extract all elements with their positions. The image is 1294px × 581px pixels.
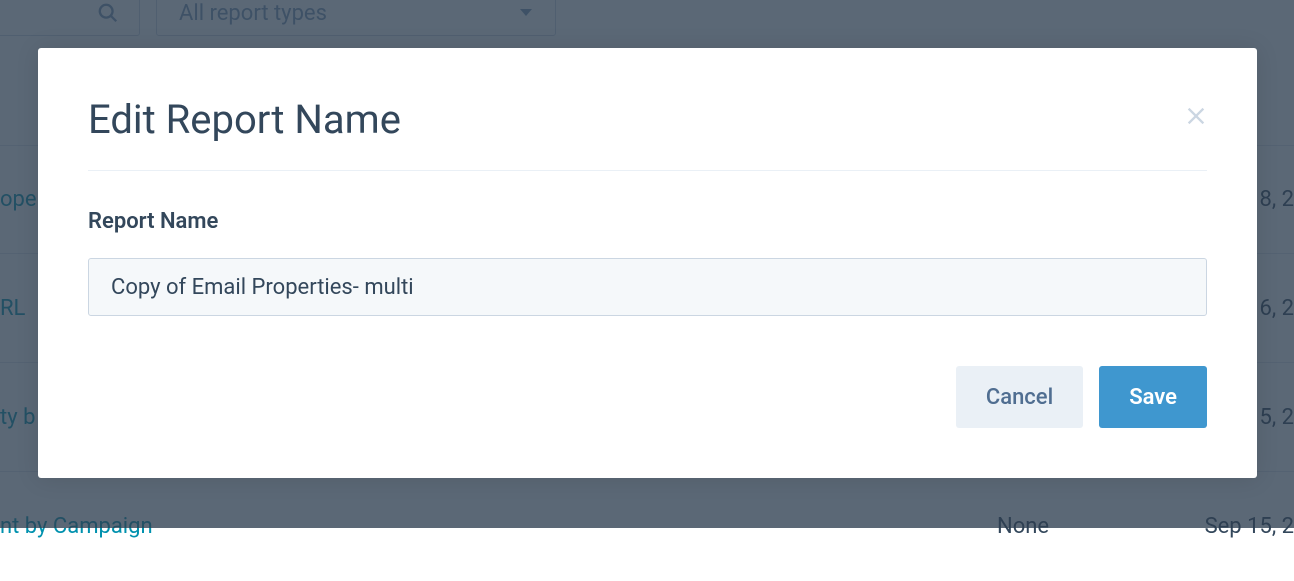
modal-footer: Cancel Save (88, 316, 1207, 428)
close-button[interactable] (1185, 98, 1207, 132)
close-icon (1185, 105, 1207, 127)
modal-header: Edit Report Name (88, 98, 1207, 171)
modal-title: Edit Report Name (88, 98, 401, 142)
save-button[interactable]: Save (1099, 366, 1207, 428)
cancel-button[interactable]: Cancel (956, 366, 1083, 428)
report-name-label: Report Name (88, 209, 1207, 234)
edit-report-name-modal: Edit Report Name Report Name Cancel Save (38, 48, 1257, 478)
modal-body: Report Name (88, 171, 1207, 316)
report-name-input[interactable] (88, 258, 1207, 316)
